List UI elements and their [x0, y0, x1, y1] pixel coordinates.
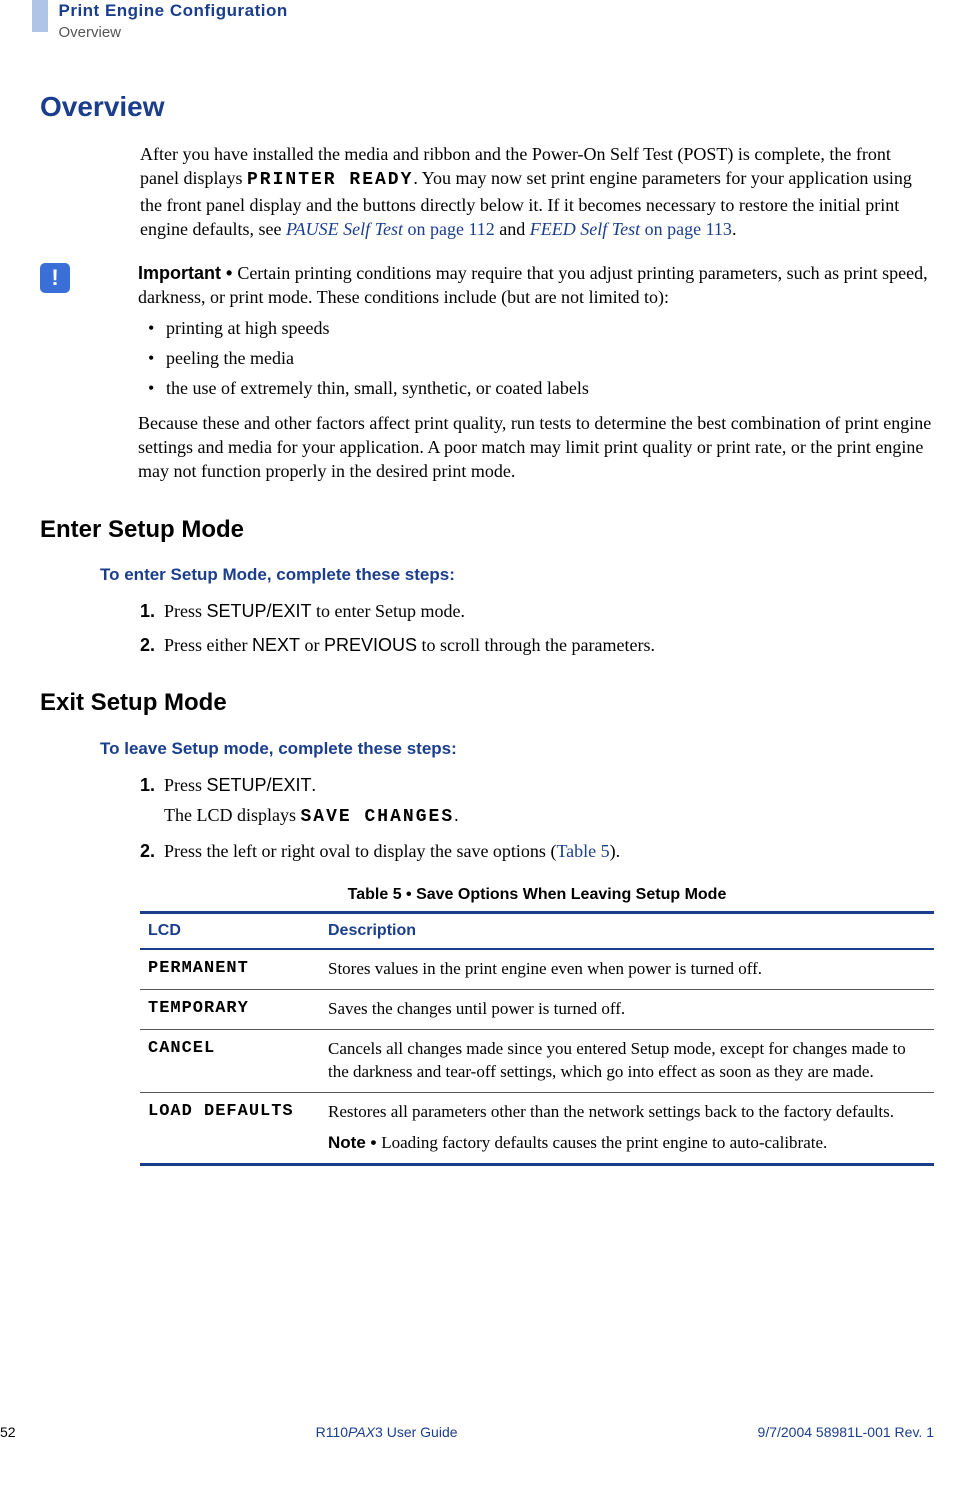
link-pause-self-test[interactable]: PAUSE Self Test on page 112	[286, 219, 495, 239]
key-previous: PREVIOUS	[324, 635, 417, 655]
lcd-desc: Stores values in the print engine even w…	[320, 949, 934, 989]
bullet-item: printing at high speeds	[166, 316, 329, 340]
table-row: PERMANENT Stores values in the print eng…	[140, 949, 934, 989]
step-number: 2.	[140, 633, 164, 657]
enter-steps-list: 1. Press SETUP/EXIT to enter Setup mode.…	[140, 599, 934, 658]
important-callout: ! Important • Certain printing condition…	[40, 261, 934, 483]
printer-ready-code: PRINTER READY	[247, 170, 413, 190]
col-description: Description	[320, 913, 934, 949]
page-title: Overview	[40, 88, 934, 126]
lcd-desc: Saves the changes until power is turned …	[320, 989, 934, 1029]
intro-text: .	[732, 219, 737, 239]
doc-title: R110PAX3 User Guide	[316, 1423, 458, 1442]
intro-text: and	[495, 219, 530, 239]
chapter-title: Print Engine Configuration	[59, 0, 288, 23]
step-number: 1.	[140, 599, 164, 623]
key-next: NEXT	[252, 635, 300, 655]
table-row: TEMPORARY Saves the changes until power …	[140, 989, 934, 1029]
key-setup-exit: SETUP/EXIT	[207, 601, 312, 621]
important-icon: !	[40, 263, 70, 293]
important-after: Because these and other factors affect p…	[138, 411, 934, 484]
doc-rev: 9/7/2004 58981L-001 Rev. 1	[758, 1423, 934, 1442]
page-footer: 52 R110PAX3 User Guide 9/7/2004 58981L-0…	[0, 1423, 934, 1442]
bullet-item: the use of extremely thin, small, synthe…	[166, 376, 589, 400]
page-number: 52	[0, 1423, 16, 1442]
important-label: Important •	[138, 263, 237, 283]
save-options-table: LCD Description PERMANENT Stores values …	[140, 911, 934, 1165]
lcd-value: TEMPORARY	[140, 989, 320, 1029]
important-text: Certain printing conditions may require …	[138, 263, 928, 307]
lcd-desc: Cancels all changes made since you enter…	[320, 1029, 934, 1092]
note-label: Note •	[328, 1133, 381, 1152]
header-accent-bar	[32, 0, 48, 32]
running-header: Print Engine Configuration Overview	[32, 0, 934, 43]
important-bullets: •printing at high speeds •peeling the me…	[148, 316, 934, 401]
step-number: 1.	[140, 773, 164, 797]
section-exit-setup: Exit Setup Mode	[40, 687, 934, 719]
col-lcd: LCD	[140, 913, 320, 949]
note-text: Loading factory defaults causes the prin…	[381, 1133, 827, 1152]
save-changes-code: SAVE CHANGES	[301, 807, 455, 827]
lcd-value: LOAD DEFAULTS	[140, 1092, 320, 1164]
lcd-value: PERMANENT	[140, 949, 320, 989]
exit-steps-heading: To leave Setup mode, complete these step…	[100, 738, 934, 761]
chapter-section: Overview	[59, 23, 288, 43]
enter-steps-heading: To enter Setup Mode, complete these step…	[100, 564, 934, 587]
bullet-item: peeling the media	[166, 346, 294, 370]
link-feed-self-test[interactable]: FEED Self Test on page 113	[530, 219, 732, 239]
intro-paragraph: After you have installed the media and r…	[140, 142, 934, 241]
lcd-value: CANCEL	[140, 1029, 320, 1092]
link-table-5[interactable]: Table 5	[556, 841, 609, 861]
lcd-desc: Restores all parameters other than the n…	[320, 1092, 934, 1164]
section-enter-setup: Enter Setup Mode	[40, 514, 934, 546]
key-setup-exit: SETUP/EXIT	[207, 775, 312, 795]
step-number: 2.	[140, 839, 164, 863]
table-row: LOAD DEFAULTS Restores all parameters ot…	[140, 1092, 934, 1164]
table-row: CANCEL Cancels all changes made since yo…	[140, 1029, 934, 1092]
exit-steps-list: 1. Press SETUP/EXIT. The LCD displays SA…	[140, 773, 934, 864]
table-caption: Table 5 • Save Options When Leaving Setu…	[140, 884, 934, 906]
